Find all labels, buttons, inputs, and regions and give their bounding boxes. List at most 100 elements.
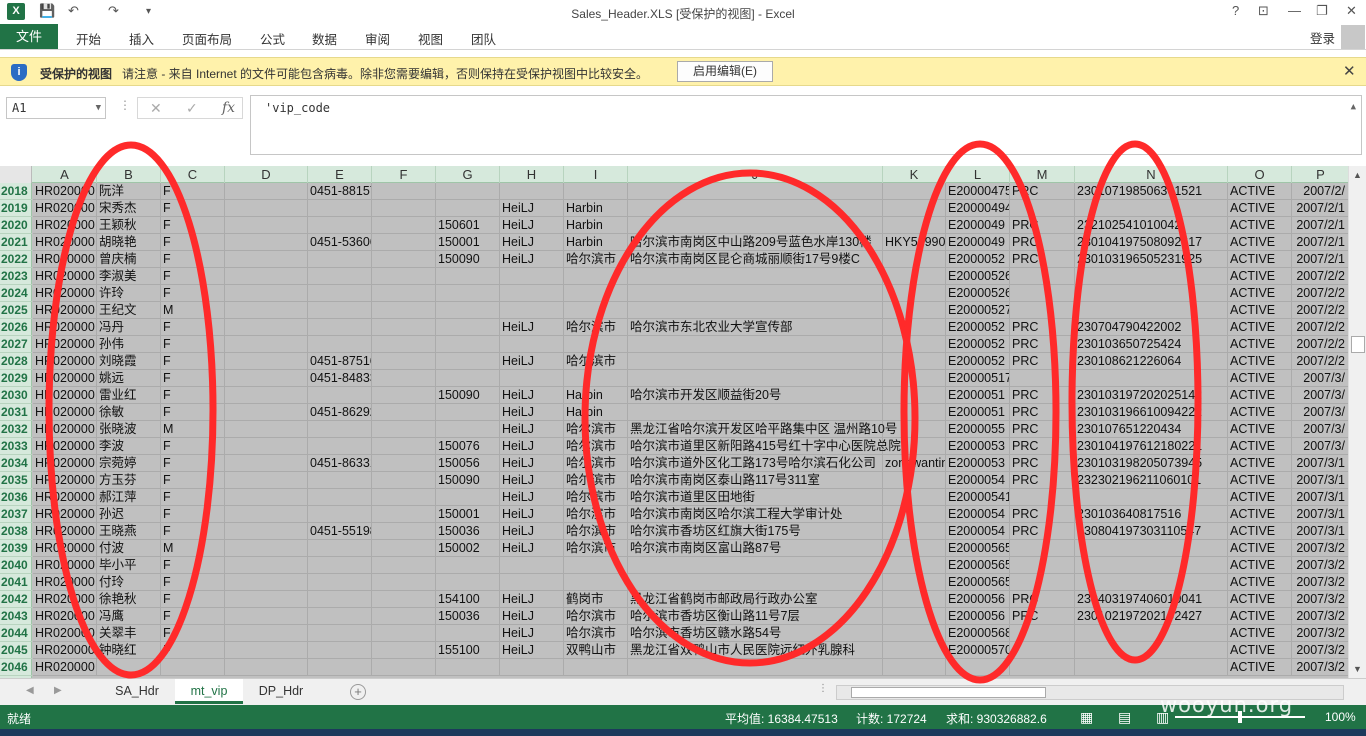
cell-f[interactable]: [372, 234, 436, 251]
cell-e[interactable]: [308, 608, 372, 625]
cell-k[interactable]: [883, 557, 946, 574]
cell-g[interactable]: [436, 557, 500, 574]
column-header-m[interactable]: M: [1010, 166, 1075, 183]
cell-e[interactable]: [308, 200, 372, 217]
cell-o[interactable]: ACTIVE: [1228, 642, 1292, 659]
cell-o[interactable]: ACTIVE: [1228, 268, 1292, 285]
cell-g[interactable]: [436, 200, 500, 217]
cell-l[interactable]: E200005657: [946, 557, 1010, 574]
vertical-scrollbar[interactable]: ▲ ▼: [1348, 166, 1366, 678]
cell-g[interactable]: [436, 370, 500, 387]
cell-b[interactable]: 雷业红: [97, 387, 161, 404]
cell-e[interactable]: [308, 489, 372, 506]
cell-a[interactable]: HR020000: [33, 591, 97, 608]
row-header[interactable]: 2040: [0, 557, 32, 574]
row-header[interactable]: 2027: [0, 336, 32, 353]
cell-b[interactable]: 徐敏: [97, 404, 161, 421]
cell-o[interactable]: ACTIVE: [1228, 234, 1292, 251]
cell-p[interactable]: 2007/2/1: [1292, 234, 1348, 251]
cell-p[interactable]: 2007/3/: [1292, 404, 1348, 421]
row-header[interactable]: 2036: [0, 489, 32, 506]
cell-g[interactable]: [436, 285, 500, 302]
cell-l[interactable]: E2000054: [946, 506, 1010, 523]
select-all-corner[interactable]: [0, 166, 32, 183]
cell-l[interactable]: E200005270: [946, 302, 1010, 319]
column-header-k[interactable]: K: [883, 166, 946, 183]
cell-i[interactable]: 哈尔滨市: [564, 251, 628, 268]
scroll-down-icon[interactable]: ▼: [1353, 664, 1362, 674]
cell-i[interactable]: 哈尔滨市: [564, 523, 628, 540]
sheet-tab-mt-vip[interactable]: mt_vip: [175, 679, 243, 704]
cell-d[interactable]: [225, 472, 308, 489]
login-link[interactable]: 登录: [1310, 28, 1335, 47]
cell-c[interactable]: F: [161, 455, 225, 472]
cell-k[interactable]: [883, 574, 946, 591]
cell-j[interactable]: 黑龙江省鹤岗市邮政局行政办公室: [628, 591, 883, 608]
cell-e[interactable]: [308, 319, 372, 336]
cell-h[interactable]: [500, 183, 564, 200]
cell-d[interactable]: [225, 302, 308, 319]
cell-i[interactable]: [564, 370, 628, 387]
cell-e[interactable]: [308, 302, 372, 319]
cell-h[interactable]: HeiLJ: [500, 404, 564, 421]
cell-g[interactable]: [436, 659, 500, 676]
cell-e[interactable]: 0451-86292968: [308, 404, 372, 421]
cell-p[interactable]: 2007/3/2: [1292, 591, 1348, 608]
row-header[interactable]: 2038: [0, 523, 32, 540]
cell-b[interactable]: 刘晓霞: [97, 353, 161, 370]
cell-b[interactable]: 冯鹰: [97, 608, 161, 625]
cell-j[interactable]: [628, 353, 883, 370]
cell-c[interactable]: F: [161, 574, 225, 591]
ribbon-display-icon[interactable]: ⊡: [1258, 3, 1269, 19]
cell-d[interactable]: [225, 336, 308, 353]
cell-i[interactable]: 哈尔滨市: [564, 540, 628, 557]
cell-e[interactable]: [308, 217, 372, 234]
cell-o[interactable]: ACTIVE: [1228, 574, 1292, 591]
cell-d[interactable]: [225, 370, 308, 387]
cell-f[interactable]: [372, 200, 436, 217]
cell-m[interactable]: PRC: [1010, 251, 1075, 268]
cell-m[interactable]: [1010, 200, 1075, 217]
cell-a[interactable]: HR020000: [33, 659, 97, 676]
cell-p[interactable]: 2007/3/2: [1292, 659, 1348, 676]
cell-d[interactable]: [225, 285, 308, 302]
cell-j[interactable]: [628, 285, 883, 302]
cell-o[interactable]: ACTIVE: [1228, 608, 1292, 625]
tab-formulas[interactable]: 公式: [260, 29, 285, 48]
cell-j[interactable]: 哈尔滨市南岗区哈尔滨工程大学审计处: [628, 506, 883, 523]
cell-h[interactable]: HeiLJ: [500, 251, 564, 268]
cell-h[interactable]: [500, 336, 564, 353]
cell-h[interactable]: HeiLJ: [500, 387, 564, 404]
cell-k[interactable]: HKY53990: [883, 234, 946, 251]
cell-j[interactable]: [628, 200, 883, 217]
cell-c[interactable]: F: [161, 591, 225, 608]
cell-m[interactable]: [1010, 625, 1075, 642]
cell-c[interactable]: F: [161, 319, 225, 336]
cell-f[interactable]: [372, 506, 436, 523]
close-window-icon[interactable]: ✕: [1346, 3, 1357, 19]
cell-m[interactable]: PRC: [1010, 438, 1075, 455]
column-header-n[interactable]: N: [1075, 166, 1228, 183]
cell-a[interactable]: HR020000: [33, 251, 97, 268]
cell-n[interactable]: 230103196505231925: [1075, 251, 1228, 268]
cell-l[interactable]: E20000475: [946, 183, 1010, 200]
cell-g[interactable]: 150001: [436, 234, 500, 251]
cell-p[interactable]: 2007/2/1: [1292, 217, 1348, 234]
cell-d[interactable]: [225, 421, 308, 438]
cell-j[interactable]: [628, 336, 883, 353]
cell-p[interactable]: 2007/2/1: [1292, 251, 1348, 268]
cell-m[interactable]: PRC: [1010, 319, 1075, 336]
row-header[interactable]: 2021: [0, 234, 32, 251]
cell-o[interactable]: ACTIVE: [1228, 455, 1292, 472]
cell-n[interactable]: 230107198506301521: [1075, 183, 1228, 200]
cell-k[interactable]: [883, 591, 946, 608]
cell-p[interactable]: 2007/2/2: [1292, 285, 1348, 302]
cell-d[interactable]: [225, 234, 308, 251]
cell-h[interactable]: HeiLJ: [500, 506, 564, 523]
cell-n[interactable]: [1075, 489, 1228, 506]
cell-a[interactable]: HR020000: [33, 353, 97, 370]
cell-n[interactable]: 230107651220434: [1075, 421, 1228, 438]
cell-p[interactable]: 2007/2/2: [1292, 353, 1348, 370]
cell-f[interactable]: [372, 625, 436, 642]
cell-g[interactable]: [436, 268, 500, 285]
